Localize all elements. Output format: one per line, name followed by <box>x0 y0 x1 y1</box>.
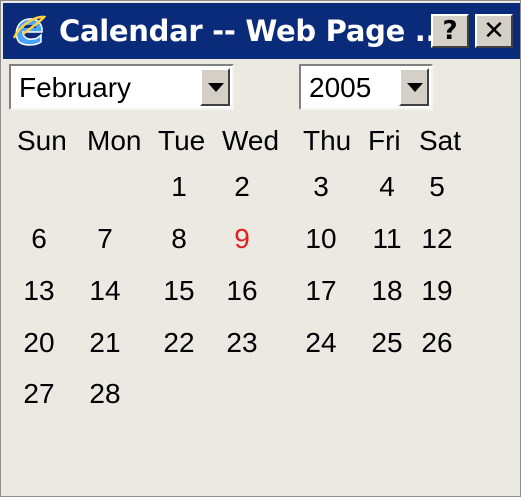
day-cell[interactable]: 15 <box>157 273 201 309</box>
day-cell[interactable]: 7 <box>83 221 127 257</box>
day-cell[interactable]: 1 <box>157 169 201 205</box>
weekday-label: Wed <box>222 125 280 156</box>
month-select-value: February <box>19 72 132 103</box>
year-select-value: 2005 <box>309 72 372 103</box>
weekday-label: Sun <box>17 125 67 156</box>
day-cell[interactable]: 21 <box>83 325 127 361</box>
weekday-header: Sun Mon Tue Wed Thu Fri Sat <box>1 119 522 161</box>
day-cell[interactable]: 11 <box>365 221 409 257</box>
weekday-label: Fri <box>368 125 401 156</box>
weekday-label: Tue <box>158 125 206 156</box>
day-cell-today[interactable]: 9 <box>220 221 264 257</box>
chevron-down-icon <box>407 83 423 92</box>
day-cell[interactable]: 2 <box>220 169 264 205</box>
day-cell[interactable]: 4 <box>365 169 409 205</box>
internet-explorer-icon <box>11 12 47 50</box>
day-cell[interactable]: 16 <box>220 273 264 309</box>
day-cell[interactable]: 5 <box>415 169 459 205</box>
day-cell[interactable]: 27 <box>17 376 61 412</box>
month-dropdown-button[interactable] <box>200 68 230 106</box>
day-cell[interactable]: 23 <box>220 325 264 361</box>
day-cell[interactable]: 3 <box>299 169 343 205</box>
weekday-label: Thu <box>303 125 352 156</box>
day-cell[interactable]: 24 <box>299 325 343 361</box>
day-cell[interactable]: 10 <box>299 221 343 257</box>
weekday-label: Mon <box>87 125 142 156</box>
weekday-label: Sat <box>419 125 462 156</box>
day-cell[interactable]: 18 <box>365 273 409 309</box>
calendar-window: Calendar -- Web Page ... ? ✕ February 20… <box>0 0 521 497</box>
day-cell[interactable]: 13 <box>17 273 61 309</box>
window-title: Calendar -- Web Page ... <box>59 14 447 48</box>
year-select[interactable]: 2005 <box>299 64 433 110</box>
day-cell[interactable]: 6 <box>17 221 61 257</box>
day-cell[interactable]: 28 <box>83 376 127 412</box>
day-cell[interactable]: 14 <box>83 273 127 309</box>
day-cell[interactable]: 22 <box>157 325 201 361</box>
close-button[interactable]: ✕ <box>475 14 513 48</box>
day-cell[interactable]: 26 <box>415 325 459 361</box>
title-bar[interactable]: Calendar -- Web Page ... ? ✕ <box>3 3 520 59</box>
day-cell[interactable]: 25 <box>365 325 409 361</box>
year-dropdown-button[interactable] <box>399 68 429 106</box>
day-cell[interactable]: 8 <box>157 221 201 257</box>
help-button[interactable]: ? <box>431 14 469 48</box>
day-cell[interactable]: 17 <box>299 273 343 309</box>
day-cell[interactable]: 12 <box>415 221 459 257</box>
day-cell[interactable]: 20 <box>17 325 61 361</box>
chevron-down-icon <box>208 83 224 92</box>
month-select[interactable]: February <box>9 64 234 110</box>
day-cell[interactable]: 19 <box>415 273 459 309</box>
